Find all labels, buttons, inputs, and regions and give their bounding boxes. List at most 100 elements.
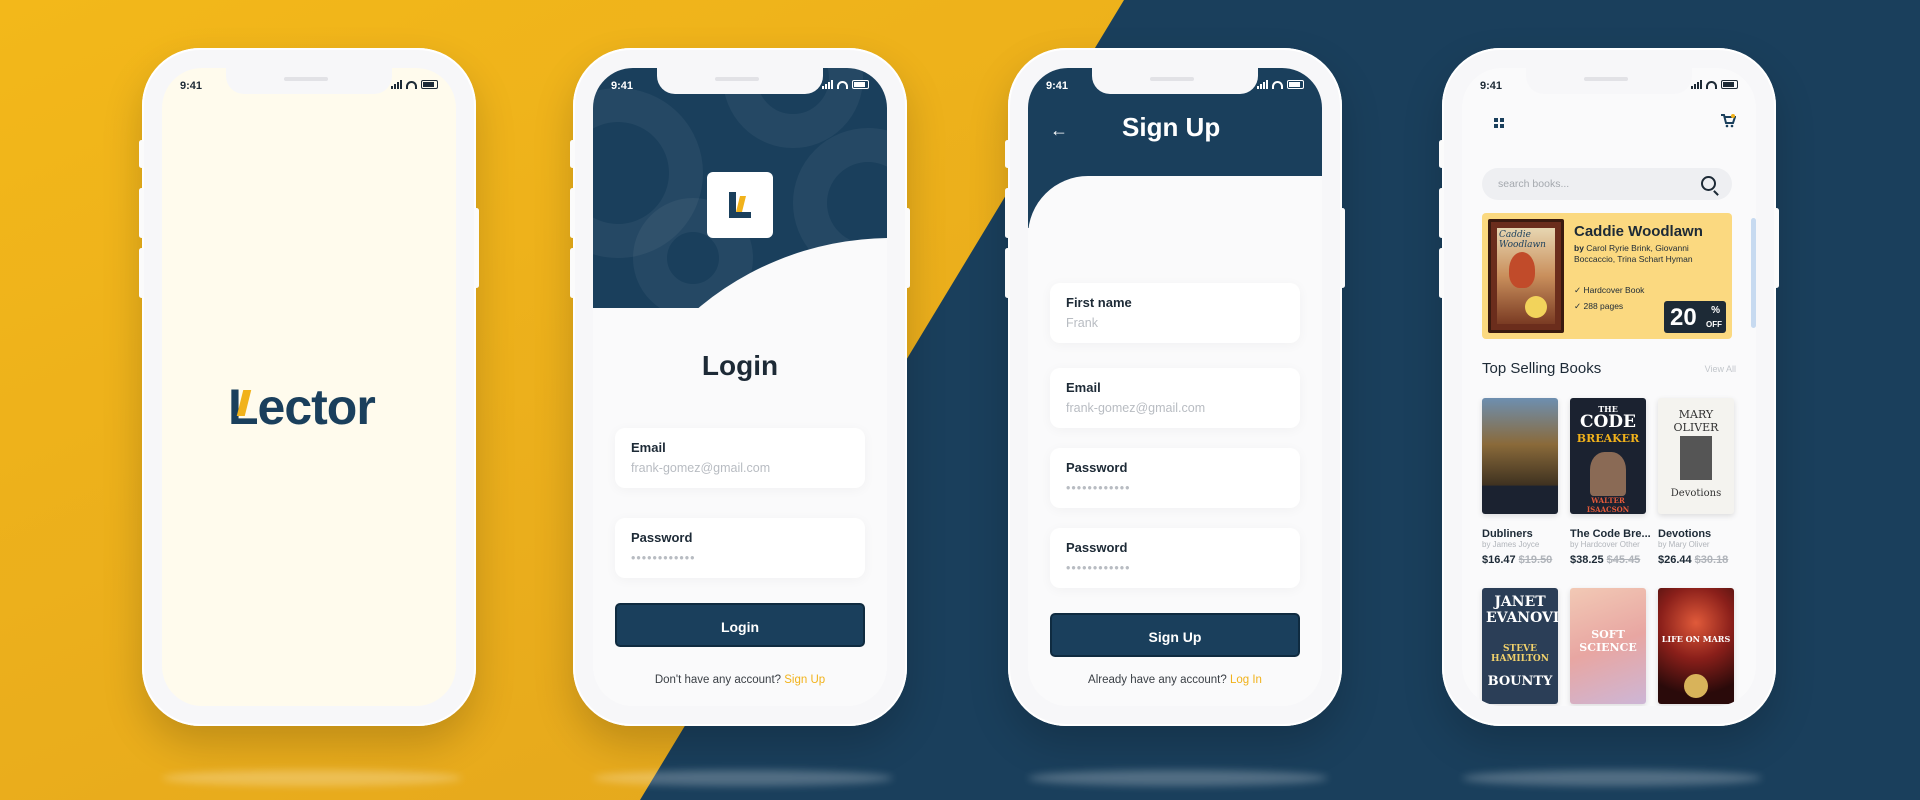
email-field[interactable]: Email frank-gomez@gmail.com xyxy=(615,428,865,488)
login-prompt-text: Already have any account? xyxy=(1088,674,1227,686)
feature-hardcover: ✓ Hardcover Book xyxy=(1574,285,1644,296)
battery-icon xyxy=(1721,80,1738,89)
phone-login: 9:41 Login Email frank-gomez@gmail.com P… xyxy=(570,48,910,726)
password-field[interactable]: Password •••••••••••• xyxy=(1050,448,1300,508)
login-link[interactable]: Log In xyxy=(1230,674,1262,686)
cover-text: LIFE ON MARS xyxy=(1661,634,1731,644)
password-value[interactable]: •••••••••••• xyxy=(1066,481,1131,495)
confirm-password-value[interactable]: •••••••••••• xyxy=(1066,561,1131,575)
featured-cover-title: Caddie Woodlawn xyxy=(1499,230,1546,250)
email-label: Email xyxy=(631,440,666,455)
phone-signup: 9:41 ← Sign Up First name Frank Email fr… xyxy=(1005,48,1345,726)
book-cover: MARY OLIVER Devotions xyxy=(1658,398,1734,514)
signup-button[interactable]: Sign Up xyxy=(1050,613,1300,657)
book-cover: THE CODE BREAKER WALTER ISAACSON xyxy=(1570,398,1646,514)
book-card[interactable]: MARY OLIVER Devotions Devotions by Mary … xyxy=(1658,398,1734,566)
search-placeholder: search books... xyxy=(1498,178,1570,190)
status-bar: 9:41 xyxy=(1028,68,1322,98)
book-title: The Code Bre... xyxy=(1570,528,1651,540)
app-logo xyxy=(707,172,773,238)
medal-icon xyxy=(1525,296,1547,318)
by-prefix: by xyxy=(1574,243,1584,253)
cover-text: SOFT SCIENCE xyxy=(1579,628,1637,654)
signup-prompt-text: Don't have any account? xyxy=(654,674,782,686)
book-author: by James Joyce xyxy=(1482,540,1540,549)
book-card[interactable]: THE CODE BREAKER WALTER ISAACSON The Cod… xyxy=(1570,398,1651,566)
cover-text: Devotions xyxy=(1670,488,1722,499)
email-value[interactable]: frank-gomez@gmail.com xyxy=(631,461,770,475)
status-time: 9:41 xyxy=(611,80,634,92)
back-arrow-icon[interactable]: ← xyxy=(1050,120,1068,141)
book-card[interactable]: Dubliners by James Joyce $16.47 $19.50 xyxy=(1482,398,1558,566)
old-price: $45.45 xyxy=(1606,554,1641,566)
feature-hardcover-text: Hardcover Book xyxy=(1583,285,1645,295)
book-cover: SOFT SCIENCE xyxy=(1570,588,1646,704)
signal-icon xyxy=(822,80,833,89)
cover-text: MARY OLIVER xyxy=(1673,408,1719,434)
email-value[interactable]: frank-gomez@gmail.com xyxy=(1066,401,1205,415)
feature-pages: ✓ 288 pages xyxy=(1574,301,1623,312)
feature-pages-text: 288 pages xyxy=(1583,301,1624,311)
book-title: Devotions xyxy=(1658,528,1712,540)
signup-title: Sign Up xyxy=(1122,112,1221,142)
search-icon[interactable] xyxy=(1701,176,1716,191)
book-price: $38.25 $45.45 xyxy=(1570,554,1646,566)
status-time: 9:41 xyxy=(1480,80,1503,92)
cart-icon[interactable] xyxy=(1720,114,1737,128)
wifi-icon xyxy=(1706,80,1717,89)
login-button[interactable]: Login xyxy=(615,603,865,647)
book-cover xyxy=(1482,398,1558,514)
first-name-field[interactable]: First name Frank xyxy=(1050,283,1300,343)
phone-reflection xyxy=(1028,770,1328,786)
store-screen: 9:41 search books... Caddie Woodlawn Cad… xyxy=(1462,68,1756,706)
book-card[interactable]: LIFE ON MARS xyxy=(1658,588,1734,704)
view-all-link[interactable]: View All xyxy=(1705,364,1736,374)
book-price: $26.44 $30.18 xyxy=(1658,554,1734,566)
cover-text: JANET EVANOVICH xyxy=(1486,594,1558,626)
first-name-value[interactable]: Frank xyxy=(1066,316,1098,330)
signup-link[interactable]: Sign Up xyxy=(784,674,825,686)
menu-grid-icon[interactable] xyxy=(1494,118,1504,128)
status-bar: 9:41 xyxy=(593,68,887,98)
phone-store: 9:41 search books... Caddie Woodlawn Cad… xyxy=(1439,48,1779,726)
discount-value: 20 xyxy=(1670,304,1697,331)
email-label: Email xyxy=(1066,380,1101,395)
login-screen: 9:41 Login Email frank-gomez@gmail.com P… xyxy=(593,68,887,706)
discount-percent: % xyxy=(1711,305,1720,316)
book-card[interactable]: JANET EVANOVICH STEVE HAMILTON BOUNTY xyxy=(1482,588,1558,704)
status-time: 9:41 xyxy=(1046,80,1069,92)
brand-name: Lector xyxy=(228,379,376,435)
cover-text: STEVE HAMILTON xyxy=(1490,644,1550,664)
cover-text: CODE xyxy=(1579,412,1637,432)
password-value[interactable]: •••••••••••• xyxy=(631,551,696,565)
book-card[interactable]: SOFT SCIENCE xyxy=(1570,588,1646,704)
password-label: Password xyxy=(1066,460,1128,475)
price: $16.47 xyxy=(1482,554,1516,566)
signup-screen: 9:41 ← Sign Up First name Frank Email fr… xyxy=(1028,68,1322,706)
book-price: $16.47 $19.50 xyxy=(1482,554,1558,566)
battery-icon xyxy=(1287,80,1304,89)
signal-icon xyxy=(1257,80,1268,89)
cover-text: WALTER ISAACSON xyxy=(1586,496,1630,514)
wifi-icon xyxy=(1272,80,1283,89)
status-time: 9:41 xyxy=(180,80,203,92)
old-price: $30.18 xyxy=(1694,554,1729,566)
password-label: Password xyxy=(631,530,693,545)
confirm-password-field[interactable]: Password •••••••••••• xyxy=(1050,528,1300,588)
signal-icon xyxy=(391,80,402,89)
wifi-icon xyxy=(837,80,848,89)
login-prompt: Already have any account? Log In xyxy=(1028,674,1322,686)
password-field[interactable]: Password •••••••••••• xyxy=(615,518,865,578)
cover-text: BOUNTY xyxy=(1487,674,1553,689)
email-field[interactable]: Email frank-gomez@gmail.com xyxy=(1050,368,1300,428)
featured-book-banner[interactable]: Caddie Woodlawn Caddie Woodlawn by Carol… xyxy=(1482,213,1732,339)
splash-screen: 9:41 Lector xyxy=(162,68,456,706)
price: $26.44 xyxy=(1658,554,1692,566)
signal-icon xyxy=(1691,80,1702,89)
search-bar[interactable]: search books... xyxy=(1482,168,1732,200)
book-cover: LIFE ON MARS xyxy=(1658,588,1734,704)
section-title: Top Selling Books xyxy=(1482,360,1602,377)
book-author: by Mary Oliver xyxy=(1658,540,1710,549)
featured-authors-text: Carol Ryrie Brink, Giovanni Boccaccio, T… xyxy=(1574,243,1693,264)
scrollbar[interactable] xyxy=(1751,218,1756,328)
